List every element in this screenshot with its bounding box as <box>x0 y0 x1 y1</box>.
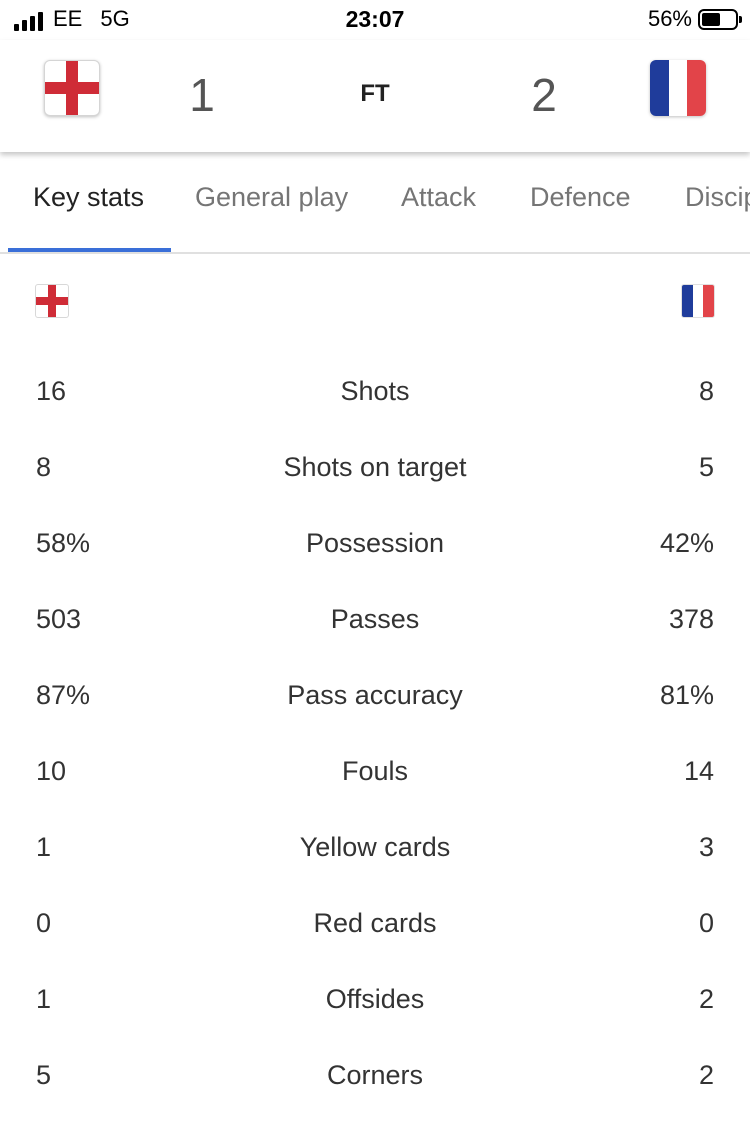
stat-home-value: 16 <box>36 376 67 406</box>
match-status: FT <box>360 80 390 107</box>
away-score: 2 <box>531 69 557 121</box>
stat-away-value: 2 <box>698 984 714 1014</box>
stat-label: Corners <box>326 1060 424 1090</box>
tab-discipline[interactable]: Discipline <box>685 182 750 213</box>
stat-row-corners: 5 Corners 2 <box>0 1040 750 1116</box>
stat-home-value: 1 <box>36 832 52 862</box>
stat-home-value: 87% <box>36 680 91 710</box>
stat-row-offsides: 1 Offsides 2 <box>0 964 750 1040</box>
tab-general-play[interactable]: General play <box>195 182 348 213</box>
stat-label: Fouls <box>341 756 409 786</box>
stat-label: Possession <box>305 528 445 558</box>
stats-tabs: Key stats General play Attack Defence Di… <box>0 152 750 254</box>
stat-row-shots-on-target: 8 Shots on target 5 <box>0 432 750 508</box>
stat-away-value: 0 <box>698 908 714 938</box>
active-tab-indicator <box>8 248 171 252</box>
stat-label: Red cards <box>313 908 437 938</box>
stat-row-passes: 503 Passes 378 <box>0 584 750 660</box>
stat-home-value: 503 <box>36 604 82 634</box>
status-bar: EE 5G 23:07 56% <box>0 0 750 40</box>
tab-key-stats[interactable]: Key stats <box>33 182 144 213</box>
france-flag-icon[interactable] <box>650 60 706 116</box>
stat-away-value: 378 <box>668 604 714 634</box>
home-score: 1 <box>189 69 215 121</box>
stat-home-value: 5 <box>36 1060 52 1090</box>
stat-home-value: 0 <box>36 908 52 938</box>
stat-label: Shots <box>340 376 410 406</box>
stat-away-value: 14 <box>683 756 714 786</box>
score-header: 1 FT 2 <box>0 40 750 152</box>
stat-row-fouls: 10 Fouls 14 <box>0 736 750 812</box>
stat-home-value: 58% <box>36 528 91 558</box>
france-flag-small-icon <box>681 284 715 318</box>
stat-away-value: 8 <box>698 376 714 406</box>
tab-defence[interactable]: Defence <box>530 182 631 213</box>
stat-row-yellow-cards: 1 Yellow cards 3 <box>0 812 750 888</box>
stat-row-shots: 16 Shots 8 <box>0 356 750 432</box>
stat-label: Offsides <box>325 984 425 1014</box>
stat-home-value: 8 <box>36 452 52 482</box>
stat-label: Shots on target <box>283 452 467 482</box>
stat-away-value: 3 <box>698 832 714 862</box>
stat-away-value: 2 <box>698 1060 714 1090</box>
stat-label: Pass accuracy <box>287 680 463 710</box>
stat-home-value: 10 <box>36 756 67 786</box>
stat-away-value: 81% <box>659 680 714 710</box>
status-right: 56% <box>647 6 742 32</box>
stat-row-possession: 58% Possession 42% <box>0 508 750 584</box>
tab-attack[interactable]: Attack <box>401 182 476 213</box>
stat-row-red-cards: 0 Red cards 0 <box>0 888 750 964</box>
battery-icon <box>698 8 742 30</box>
status-time: 23:07 <box>345 6 405 32</box>
stat-row-pass-accuracy: 87% Pass accuracy 81% <box>0 660 750 736</box>
stat-away-value: 42% <box>659 528 714 558</box>
stat-home-value: 1 <box>36 984 52 1014</box>
stat-away-value: 5 <box>698 452 714 482</box>
battery-fill <box>702 12 720 26</box>
england-flag-icon[interactable] <box>44 60 100 116</box>
stat-label: Passes <box>330 604 420 634</box>
england-flag-small-icon <box>35 284 69 318</box>
stats-list: 16 Shots 8 8 Shots on target 5 58% Posse… <box>0 356 750 1116</box>
battery-percent: 56% <box>647 6 692 31</box>
stat-label: Yellow cards <box>299 832 451 862</box>
